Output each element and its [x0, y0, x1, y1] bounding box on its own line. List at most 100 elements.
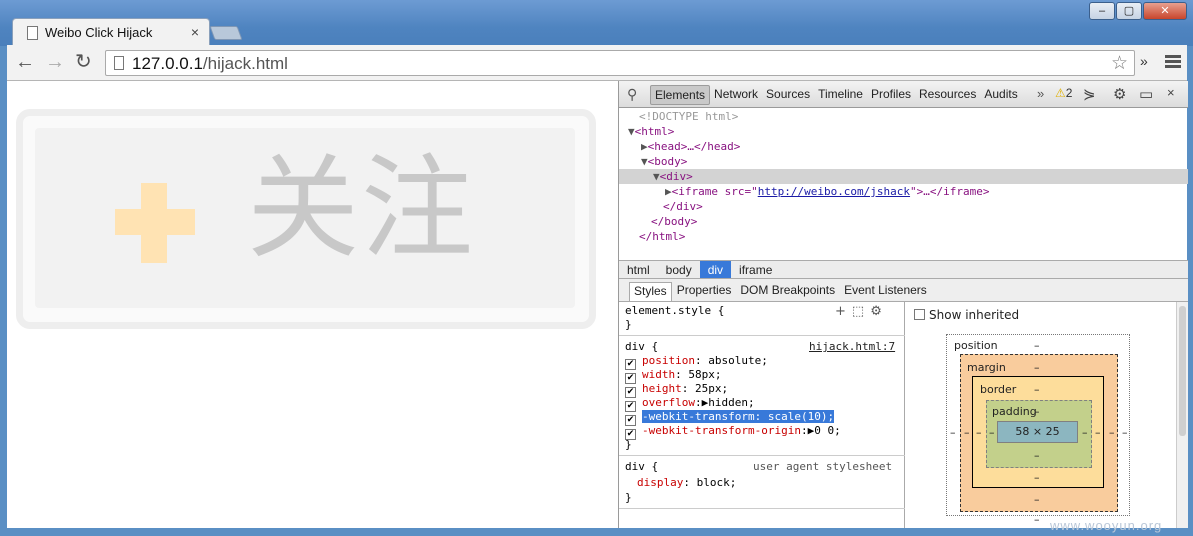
metrics-scrollbar[interactable] [1176, 302, 1188, 528]
padding-right-value: – [1082, 426, 1088, 439]
devtools-tabs: Elements Network Sources Timeline Profil… [650, 85, 1022, 105]
close-brace: } [625, 438, 632, 451]
style-prop-row-selected[interactable]: ✔ -webkit-transform: scale(10); [625, 410, 835, 426]
back-arrow-icon[interactable]: ← [15, 51, 35, 73]
margin-label: margin [967, 361, 1006, 374]
close-devtools-icon[interactable]: × [1167, 85, 1175, 100]
position-left-value: – [950, 426, 956, 439]
warning-count: 2 [1065, 86, 1073, 100]
collapse-arrow-icon[interactable]: ▼ [628, 125, 635, 138]
box-model-content: 58 × 25 [997, 421, 1078, 443]
tab-profiles[interactable]: Profiles [867, 85, 915, 105]
window-controls: – ▢ ✕ [1088, 2, 1187, 20]
margin-bottom-value: – [1034, 493, 1040, 506]
tab-styles[interactable]: Styles [629, 282, 672, 301]
ua-prop-row: display: block; [637, 476, 737, 489]
search-icon[interactable]: ⚲ [627, 86, 637, 103]
collapse-arrow-icon[interactable]: ▼ [653, 170, 660, 183]
new-tab-button[interactable] [209, 26, 243, 40]
rule-divider [619, 455, 905, 456]
tab-resources[interactable]: Resources [915, 85, 980, 105]
dom-div-selected[interactable]: ▼<div> [619, 169, 1188, 184]
border-left-value: – [976, 426, 982, 439]
border-bottom-value: – [1034, 471, 1040, 484]
gear-icon[interactable]: ⚙ [870, 304, 888, 319]
style-prop-row[interactable]: ✔ width: 58px; [625, 368, 722, 384]
watermark: www.wooyun.org [1050, 518, 1163, 533]
console-drawer-icon[interactable]: ⋟ [1083, 85, 1096, 103]
element-state-icon[interactable]: ⬚ [852, 304, 870, 319]
dom-body[interactable]: ▼<body> [619, 154, 1188, 169]
style-prop-row[interactable]: ✔ height: 25px; [625, 382, 728, 398]
styles-pane: element.style { +⬚⚙ } div { hijack.html:… [619, 302, 905, 528]
expand-arrow-icon[interactable]: ▶ [665, 185, 672, 198]
tab-network[interactable]: Network [710, 85, 762, 105]
dock-icon[interactable]: ▭ [1139, 85, 1153, 103]
dom-html[interactable]: ▼<html> [619, 124, 1188, 139]
dom-div-close: </div> [663, 200, 703, 213]
minimize-button[interactable]: – [1089, 2, 1115, 20]
devtools-toolbar: ⚲ Elements Network Sources Timeline Prof… [619, 81, 1188, 108]
show-inherited-toggle[interactable]: Show inherited [914, 308, 1019, 322]
menu-icon[interactable] [1165, 55, 1181, 70]
padding-bottom-value: – [1034, 449, 1040, 462]
checkbox-icon[interactable] [914, 309, 925, 320]
metrics-pane: Show inherited 58 × 25 position – margin… [906, 302, 1188, 528]
gear-icon[interactable]: ⚙ [1113, 85, 1126, 103]
tab-close-icon[interactable]: × [191, 24, 199, 40]
breadcrumb-div[interactable]: div [699, 261, 732, 278]
forward-arrow-icon[interactable]: → [45, 51, 65, 73]
dom-doctype[interactable]: <!DOCTYPE html> [619, 109, 1188, 124]
reload-icon[interactable]: ↻ [75, 51, 92, 73]
border-right-value: – [1095, 426, 1101, 439]
tab-properties[interactable]: Properties [673, 282, 736, 301]
tab-title: Weibo Click Hijack [45, 25, 153, 40]
style-prop-row[interactable]: ✔ -webkit-transform-origin:▶0 0; [625, 424, 841, 440]
dom-iframe[interactable]: ▶<iframe src="http://weibo.com/jshack">…… [619, 184, 1188, 199]
margin-left-value: – [964, 426, 970, 439]
breadcrumb-html[interactable]: html [619, 261, 658, 278]
collapse-arrow-icon[interactable]: ▼ [641, 155, 648, 168]
tab-audits[interactable]: Audits [980, 85, 1021, 105]
address-bar[interactable]: 127.0.0.1/hijack.html ☆ [105, 50, 1135, 76]
style-prop-row[interactable]: ✔ overflow:▶hidden; [625, 396, 755, 412]
style-prop-row[interactable]: ✔ position: absolute; [625, 354, 768, 370]
tab-timeline[interactable]: Timeline [814, 85, 867, 105]
position-right-value: – [1122, 426, 1128, 439]
extensions-overflow-icon[interactable]: » [1140, 53, 1148, 69]
tab-elements[interactable]: Elements [650, 85, 711, 105]
breadcrumb-iframe[interactable]: iframe [731, 261, 780, 278]
warnings-counter[interactable]: ⚠2 [1055, 86, 1072, 100]
tab-sources[interactable]: Sources [762, 85, 814, 105]
expand-arrow-icon[interactable]: ▶ [641, 140, 648, 153]
ua-rule-selector: div { [625, 460, 659, 473]
div-rule-selector[interactable]: div { [625, 340, 658, 354]
maximize-button[interactable]: ▢ [1116, 2, 1142, 20]
more-tabs-icon[interactable]: » [1037, 86, 1044, 101]
page-viewport: 关注 [7, 81, 618, 528]
border-top-value: – [1034, 383, 1040, 396]
ua-source-label: user agent stylesheet [753, 460, 893, 473]
close-window-button[interactable]: ✕ [1143, 2, 1187, 20]
bookmark-star-icon[interactable]: ☆ [1111, 52, 1128, 75]
padding-left-value: – [989, 426, 995, 439]
breadcrumb: html body div iframe [619, 260, 1188, 279]
add-rule-icon[interactable]: + [835, 304, 852, 319]
tab-dom-breakpoints[interactable]: DOM Breakpoints [736, 282, 839, 301]
margin-right-value: – [1109, 426, 1115, 439]
element-style-selector[interactable]: element.style { [625, 304, 724, 318]
browser-tab[interactable]: Weibo Click Hijack × [12, 18, 210, 46]
position-value: – [1034, 339, 1040, 352]
rule-source-link[interactable]: hijack.html:7 [809, 340, 895, 354]
warning-icon: ⚠ [1055, 86, 1066, 100]
dom-head[interactable]: ▶<head>…</head> [619, 139, 1188, 154]
follow-label: 关注 [247, 144, 475, 274]
tab-event-listeners[interactable]: Event Listeners [840, 282, 931, 301]
breadcrumb-body[interactable]: body [658, 261, 700, 278]
close-brace: } [625, 318, 632, 331]
scrollbar-thumb[interactable] [1179, 306, 1186, 436]
url-text: 127.0.0.1/hijack.html [132, 54, 288, 74]
url-host: 127.0.0.1 [132, 54, 203, 73]
padding-label: padding [992, 405, 1037, 418]
iframe-src-link[interactable]: http://weibo.com/jshack [758, 185, 910, 198]
